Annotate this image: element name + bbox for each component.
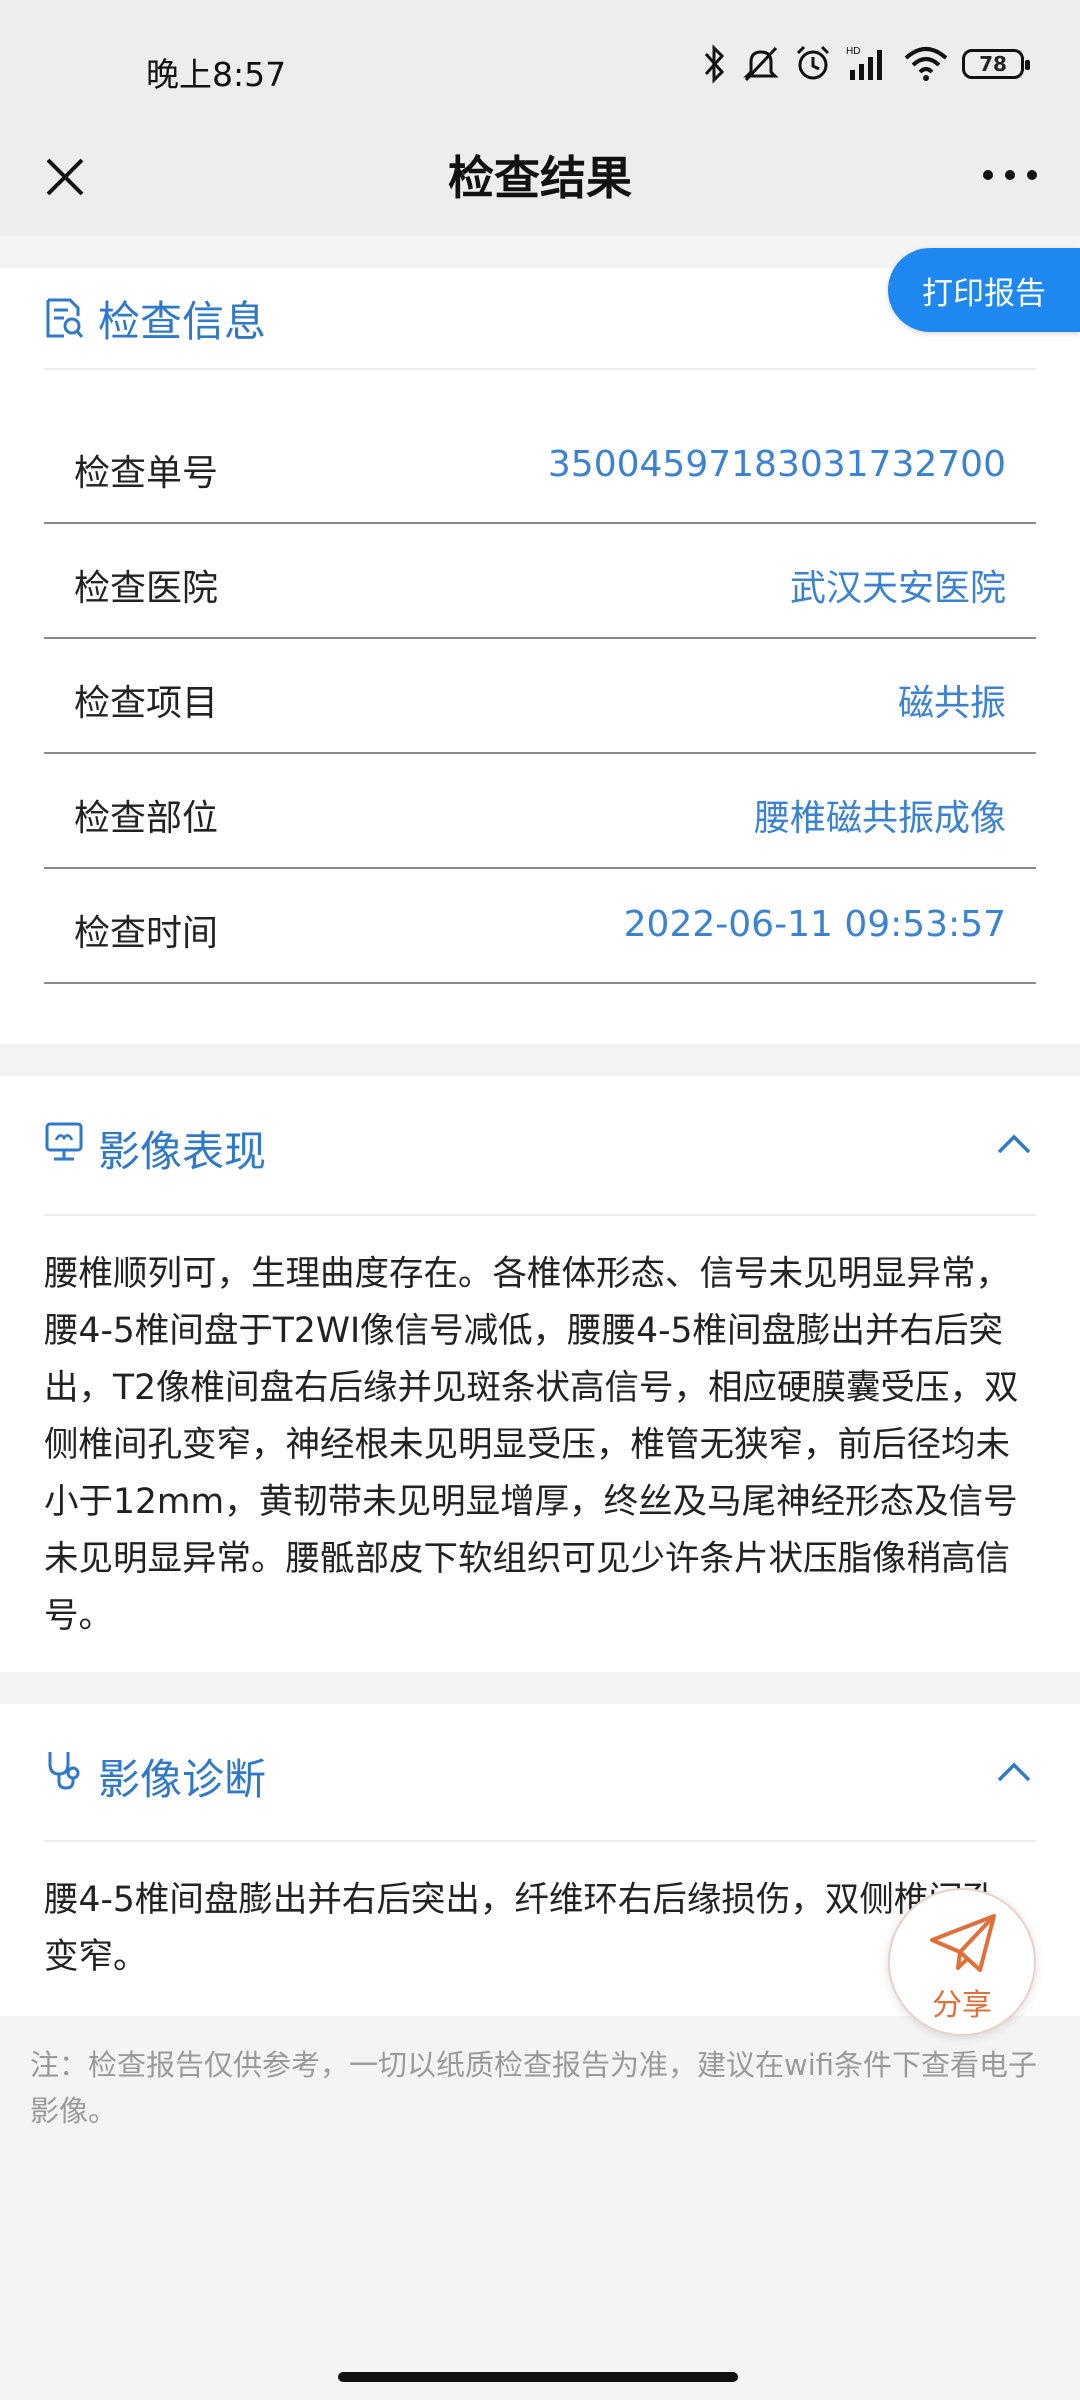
row-value: 35004597183031732700	[547, 444, 1006, 485]
mute-bell-icon	[743, 46, 779, 82]
print-report-button[interactable]: 打印报告	[888, 248, 1080, 332]
imaging-diagnosis-header[interactable]: 影像诊断	[44, 1704, 1036, 1842]
imaging-findings-header[interactable]: 影像表现	[44, 1076, 1036, 1216]
share-button[interactable]: 分享	[888, 1888, 1036, 2036]
report-search-icon	[46, 298, 84, 338]
svg-text:HD: HD	[846, 46, 860, 57]
imaging-findings-title: 影像表现	[98, 1127, 267, 1176]
paper-plane-icon	[930, 1914, 996, 1972]
status-icons: HD 78	[702, 44, 1030, 84]
signal-icon: HD	[846, 46, 882, 80]
stethoscope-icon	[48, 1752, 80, 1790]
monitor-icon	[45, 1122, 83, 1161]
share-label: 分享	[932, 1988, 992, 2023]
imaging-diagnosis-title: 影像诊断	[98, 1755, 267, 1804]
more-icon[interactable]	[980, 160, 1040, 190]
row-value: 磁共振	[897, 683, 1006, 724]
row-label: 检查医院	[74, 568, 219, 609]
battery-icon: 78	[962, 49, 1030, 79]
wifi-icon	[904, 47, 948, 81]
row-label: 检查项目	[74, 683, 219, 724]
page-title: 检查结果	[448, 151, 632, 205]
row-label: 检查部位	[74, 798, 219, 839]
exam-info-card: 检查信息 检查单号 35004597183031732700 检查医院 武汉天安…	[0, 268, 1080, 1044]
imaging-findings-text: 腰椎顺列可，生理曲度存在。各椎体形态、信号未见明显异常，腰4-5椎间盘于T2WI…	[44, 1254, 1019, 1636]
exam-time-row: 检查时间 2022-06-11 09:53:57	[44, 868, 1036, 984]
chevron-up-icon[interactable]	[996, 1760, 1032, 1784]
nav-bar: 检查结果	[0, 140, 1080, 236]
bluetooth-icon	[704, 44, 725, 84]
row-value: 腰椎磁共振成像	[753, 798, 1006, 839]
chevron-up-icon[interactable]	[996, 1132, 1032, 1156]
exam-item-row: 检查项目 磁共振	[44, 638, 1036, 754]
imaging-diagnosis-text: 腰4-5椎间盘膨出并右后突出，纤维环右后缘损伤，双侧椎间孔变窄。	[44, 1880, 998, 1977]
exam-info-header[interactable]: 检查信息	[44, 268, 1036, 370]
row-value: 2022-06-11 09:53:57	[623, 904, 1006, 945]
exam-number-row: 检查单号 35004597183031732700	[44, 408, 1036, 524]
home-indicator[interactable]	[338, 2372, 738, 2382]
exam-hospital-row: 检查医院 武汉天安医院	[44, 523, 1036, 639]
status-time: 晚上8:57	[146, 55, 287, 94]
alarm-icon	[796, 45, 830, 80]
exam-site-row: 检查部位 腰椎磁共振成像	[44, 753, 1036, 869]
row-value: 武汉天安医院	[789, 568, 1006, 609]
status-bar: 晚上8:57 HD 78	[0, 0, 1080, 140]
row-label: 检查时间	[74, 913, 219, 954]
exam-info-title: 检查信息	[98, 297, 267, 346]
row-label: 检查单号	[74, 453, 219, 494]
imaging-findings-card: 影像表现 腰椎顺列可，生理曲度存在。各椎体形态、信号未见明显异常，腰4-5椎间盘…	[0, 1076, 1080, 1672]
disclaimer-note: 注：检查报告仅供参考，一切以纸质检查报告为准，建议在wifi条件下查看电子影像。	[30, 2048, 1038, 2128]
